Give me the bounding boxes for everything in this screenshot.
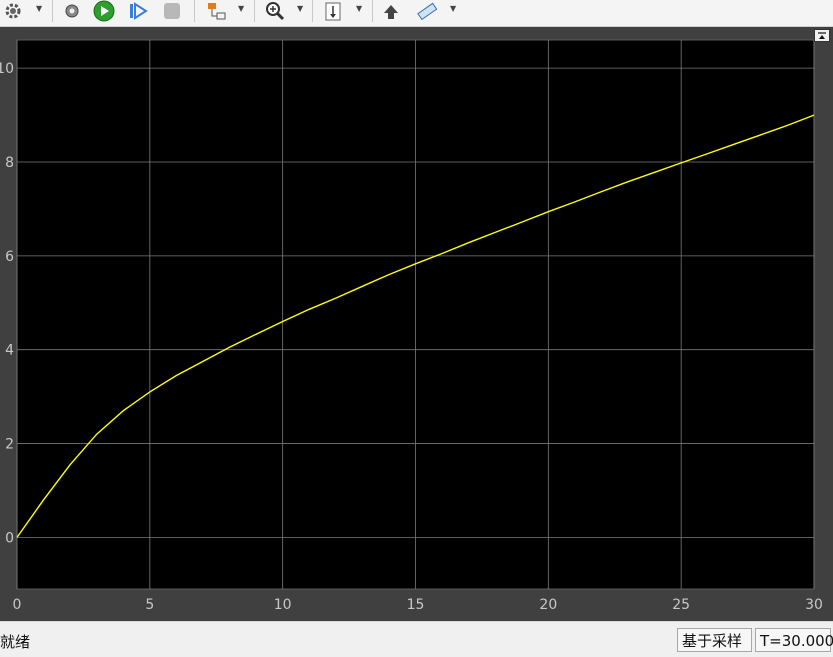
- chevron-down-icon[interactable]: ▼: [36, 4, 42, 13]
- x-tick-label: 25: [672, 597, 690, 613]
- run-icon[interactable]: [92, 0, 116, 22]
- toolbar-separator: [312, 0, 313, 22]
- measure-icon[interactable]: [414, 0, 440, 22]
- status-bar: 就绪 基于采样 T=30.000: [0, 621, 833, 657]
- scope-display: 0 5 10 15 20 25 30 0 2 4 6 8 10: [0, 27, 833, 621]
- step-forward-icon[interactable]: [126, 0, 150, 22]
- sim-time-text: T=30.000: [760, 632, 833, 650]
- zoom-in-icon[interactable]: [262, 0, 288, 22]
- x-tick-label: 20: [539, 597, 557, 613]
- highlight-block-icon[interactable]: [204, 0, 230, 22]
- undock-icon[interactable]: [814, 29, 830, 42]
- restore-icon[interactable]: [378, 0, 404, 22]
- x-tick-label: 0: [13, 597, 22, 613]
- scope-chart: 0 5 10 15 20 25 30 0 2 4 6 8 10: [0, 39, 823, 613]
- sim-time-indicator: T=30.000: [755, 628, 833, 652]
- toolbar-separator: [254, 0, 255, 22]
- toolbar-separator: [194, 0, 195, 22]
- chevron-down-icon[interactable]: ▼: [297, 4, 303, 13]
- x-tick-label: 10: [274, 597, 292, 613]
- chevron-down-icon[interactable]: ▼: [356, 4, 362, 13]
- sample-mode-indicator: 基于采样: [677, 628, 752, 652]
- y-tick-label: 10: [0, 61, 14, 77]
- settings-gear-icon[interactable]: [60, 0, 84, 22]
- x-tick-label: 15: [407, 597, 425, 613]
- gear-icon[interactable]: [2, 0, 24, 22]
- toolbar-separator: [52, 0, 53, 22]
- x-tick-label: 30: [805, 597, 823, 613]
- y-tick-label: 0: [5, 530, 14, 546]
- scale-axes-icon[interactable]: [320, 0, 346, 22]
- stop-icon[interactable]: [160, 0, 184, 22]
- sample-mode-text: 基于采样: [682, 632, 743, 650]
- chevron-down-icon[interactable]: ▼: [450, 4, 456, 13]
- chevron-down-icon[interactable]: ▼: [238, 4, 244, 13]
- toolbar: ▼ ▼ ▼ ▼ ▼: [0, 0, 833, 27]
- y-tick-label: 4: [5, 343, 14, 359]
- toolbar-separator: [372, 0, 373, 22]
- y-tick-label: 6: [5, 249, 14, 265]
- y-tick-label: 2: [5, 437, 14, 453]
- x-tick-label: 5: [145, 597, 154, 613]
- status-ready-text: 就绪: [0, 633, 31, 651]
- y-tick-label: 8: [5, 155, 14, 171]
